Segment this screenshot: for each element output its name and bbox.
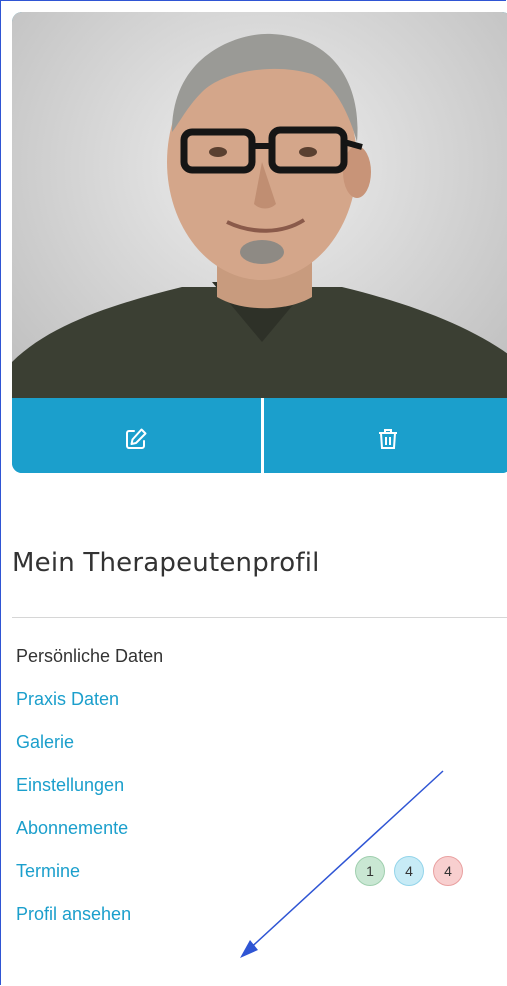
menu-item-termine[interactable]: Termine 1 4 4	[16, 856, 496, 899]
trash-icon	[376, 427, 400, 456]
status-badge: 4	[433, 856, 463, 886]
edit-icon	[124, 427, 148, 456]
profile-card	[12, 12, 507, 473]
delete-photo-button[interactable]	[263, 398, 507, 473]
menu-item-label: Termine	[16, 861, 81, 881]
menu-item-praxis-daten[interactable]: Praxis Daten	[16, 684, 496, 727]
menu-item-persoenliche-daten[interactable]: Persönliche Daten	[16, 641, 496, 684]
menu-item-einstellungen[interactable]: Einstellungen	[16, 770, 496, 813]
profile-menu: Persönliche Daten Praxis Daten Galerie E…	[16, 641, 496, 942]
status-badge: 1	[355, 856, 385, 886]
card-actions	[12, 398, 507, 473]
termine-badges: 1 4 4	[355, 856, 463, 886]
menu-item-galerie[interactable]: Galerie	[16, 727, 496, 770]
menu-item-profil-ansehen[interactable]: Profil ansehen	[16, 899, 496, 942]
menu-item-abonnemente[interactable]: Abonnemente	[16, 813, 496, 856]
page-title: Mein Therapeutenprofil	[12, 548, 320, 578]
edit-photo-button[interactable]	[12, 398, 261, 473]
profile-photo	[12, 12, 507, 398]
section-divider	[12, 617, 507, 618]
status-badge: 4	[394, 856, 424, 886]
